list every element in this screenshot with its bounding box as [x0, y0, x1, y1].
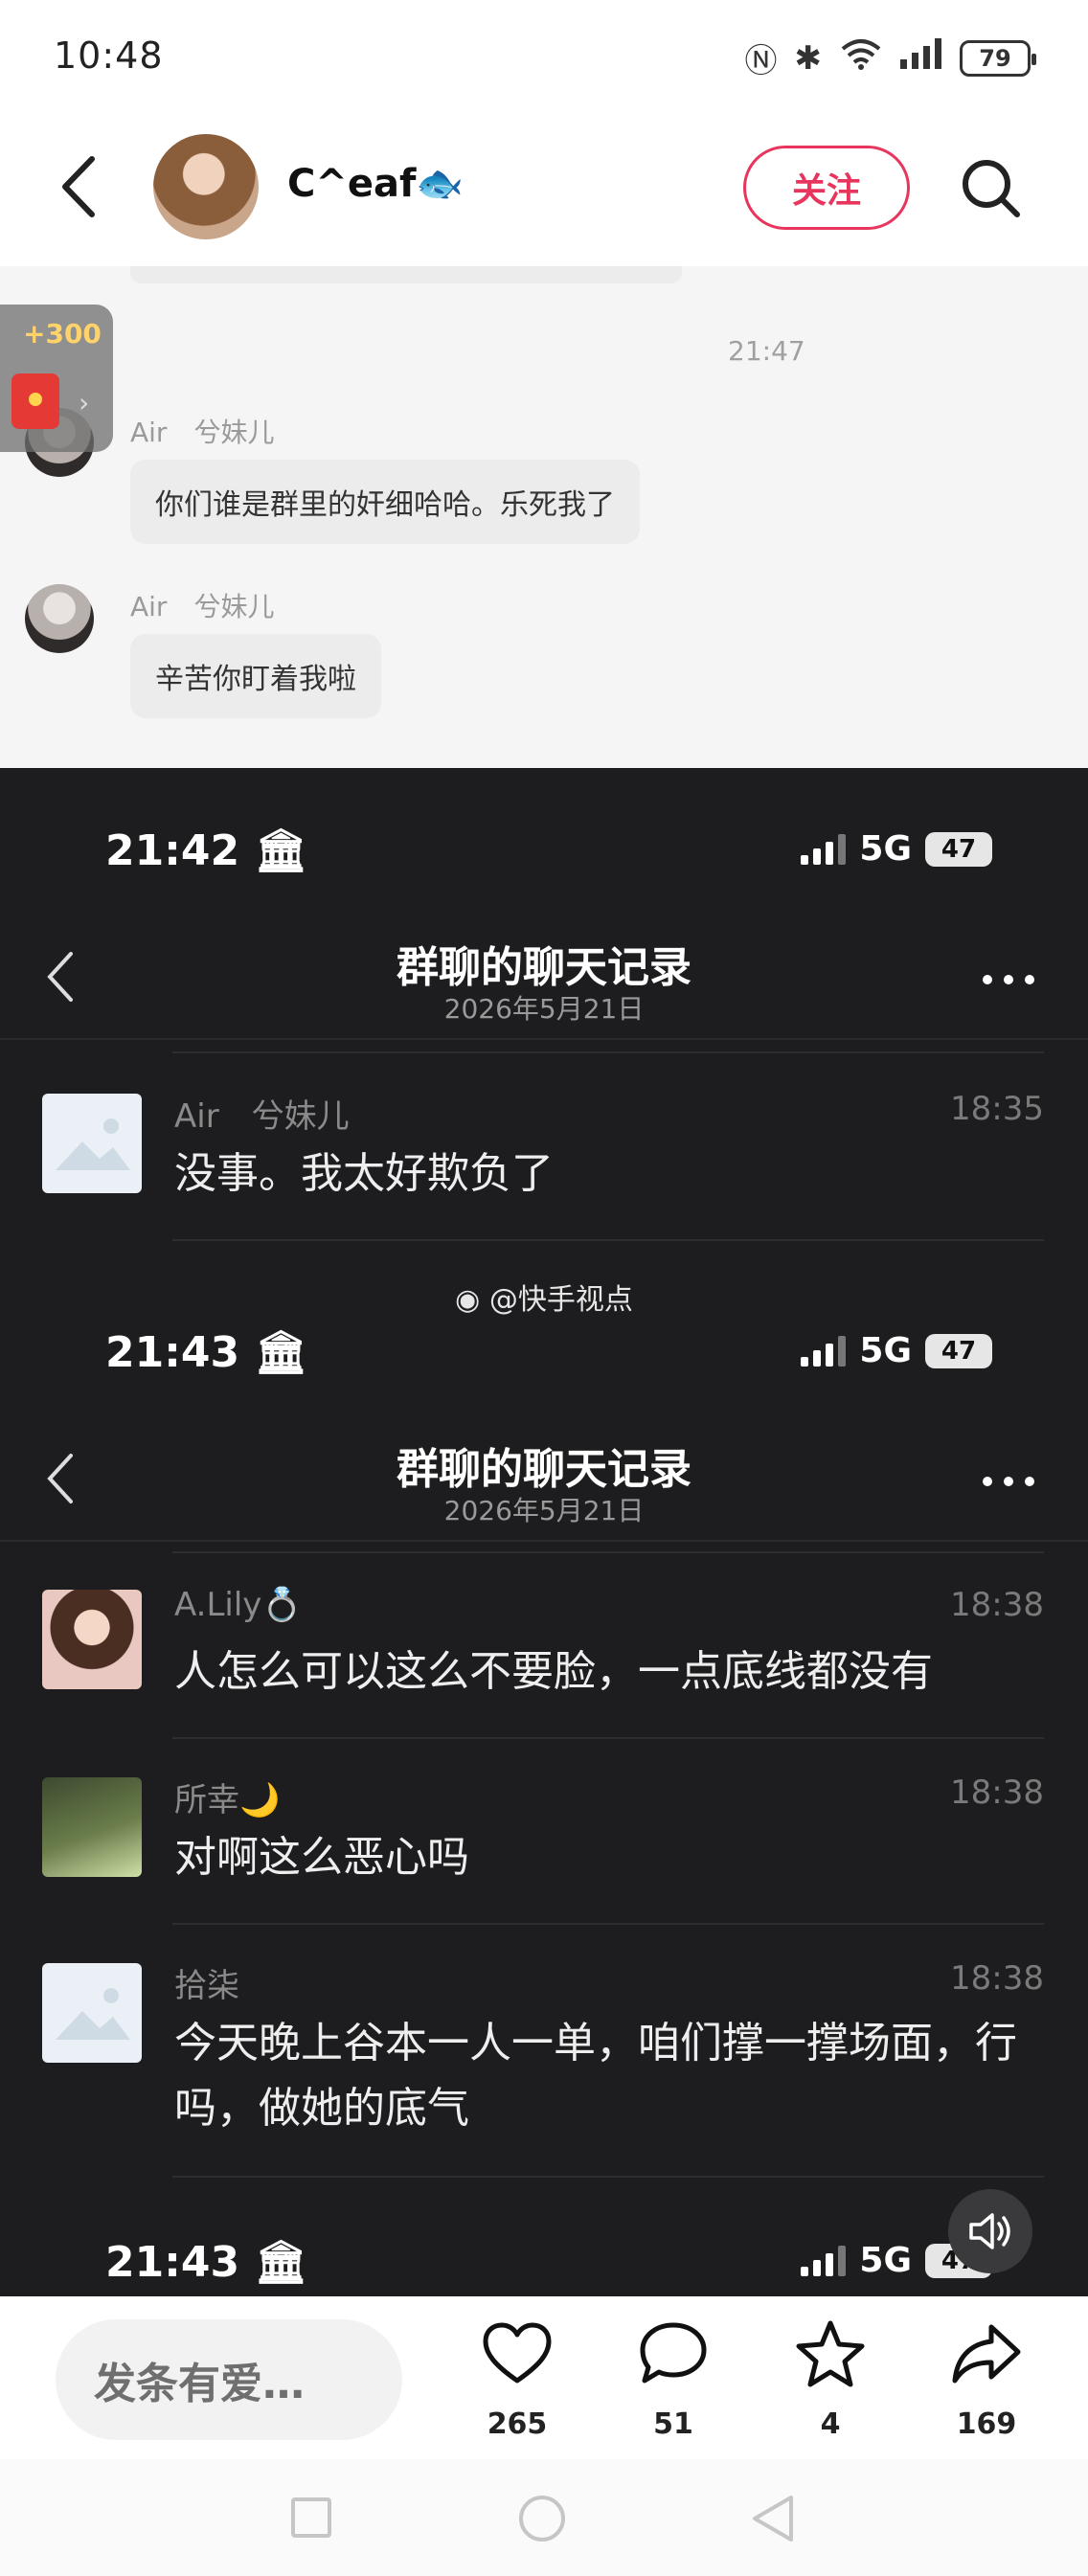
- battery-icon: 47: [925, 1333, 992, 1368]
- more-icon[interactable]: [983, 975, 1034, 984]
- chat-record-title: 群聊的聊天记录: [397, 943, 691, 992]
- chevron-right-icon: ›: [79, 387, 90, 418]
- divider: [172, 2176, 1044, 2178]
- screen-status-icons: 5G 47: [801, 1331, 992, 1370]
- bank-icon: 🏛: [254, 2238, 308, 2287]
- screen-time: 21:43 🏛: [105, 2238, 308, 2287]
- share-button[interactable]: 169: [929, 2317, 1044, 2441]
- screen-time: 21:42 🏛: [105, 826, 308, 875]
- system-nav-bar: [0, 2459, 1088, 2576]
- signal-icon: [900, 38, 942, 78]
- profile-header: C^eaf🐟 关注: [0, 115, 1088, 266]
- back-nav-button[interactable]: [751, 2494, 795, 2543]
- divider: [0, 1540, 1088, 1542]
- avatar: [42, 1590, 142, 1689]
- network-label: 5G: [859, 1331, 912, 1370]
- nfc-icon: Ⓝ: [744, 42, 778, 80]
- screen-status-icons: 5G 47: [801, 829, 992, 869]
- sound-icon[interactable]: [948, 2189, 1032, 2273]
- avatar: [42, 1777, 142, 1877]
- message-time: 18:38: [950, 1959, 1044, 1998]
- watermark-text: @快手视点: [488, 1283, 633, 1317]
- signal-icon: [801, 1335, 847, 1367]
- embedded-chat-light: 21:47 Air 兮妹儿 你们谁是群里的奸细哈哈。乐死我了 Air 兮妹儿 辛…: [0, 266, 1088, 768]
- message-text: 对啊这么恶心吗: [174, 1833, 469, 1882]
- message-time: 18:38: [950, 1774, 1044, 1812]
- message-bubble: 辛苦你盯着我啦: [130, 634, 381, 718]
- username[interactable]: C^eaf🐟: [287, 161, 464, 206]
- screenshot-stack: 21:42 🏛 5G 47 群聊的聊天记录 2026年5月21日 Air 兮妹儿…: [0, 768, 1088, 2296]
- recents-button[interactable]: [291, 2497, 331, 2538]
- like-count: 265: [487, 2407, 548, 2441]
- signal-icon: [801, 2245, 847, 2276]
- comment-input[interactable]: 发条有爱…: [56, 2319, 402, 2440]
- network-label: 5G: [859, 829, 912, 869]
- message-bubble: 你们谁是群里的奸细哈哈。乐死我了: [130, 460, 640, 544]
- divider: [0, 1038, 1088, 1040]
- comment-count: 51: [653, 2407, 693, 2441]
- watermark: ◉ @快手视点: [0, 1276, 1088, 1318]
- previous-bubble: [130, 266, 682, 283]
- sender-name: 所幸🌙: [174, 1781, 281, 1819]
- share-count: 169: [956, 2407, 1017, 2441]
- sender-name: Air 兮妹儿: [130, 417, 275, 448]
- red-packet-widget[interactable]: +300 ›: [0, 305, 113, 452]
- action-bar: 发条有爱… 265 51 4 169: [0, 2296, 1088, 2459]
- sender-name: Air 兮妹儿: [174, 1097, 350, 1136]
- search-icon[interactable]: [958, 155, 1025, 222]
- more-icon[interactable]: [983, 1477, 1034, 1486]
- chat-record-date: 2026年5月21日: [443, 1495, 645, 1526]
- divider: [172, 1239, 1044, 1241]
- chat-record-date: 2026年5月21日: [443, 993, 645, 1025]
- star-icon: [796, 2320, 865, 2387]
- message-text: 人怎么可以这么不要脸，一点底线都没有: [174, 1647, 933, 1696]
- chat-record-title: 群聊的聊天记录: [397, 1445, 691, 1494]
- divider: [172, 1737, 1044, 1739]
- avatar: [25, 584, 94, 653]
- bank-icon: 🏛: [254, 1328, 308, 1377]
- network-label: 5G: [859, 2241, 912, 2280]
- divider: [172, 1051, 1044, 1053]
- bank-icon: 🏛: [254, 826, 308, 875]
- message-time: 18:38: [950, 1586, 1044, 1624]
- avatar[interactable]: [153, 134, 259, 239]
- avatar: [42, 1094, 142, 1193]
- share-icon: [952, 2324, 1021, 2384]
- battery-icon: 47: [925, 831, 992, 867]
- signal-icon: [801, 833, 847, 865]
- home-button[interactable]: [519, 2496, 565, 2542]
- chat-timestamp: 21:47: [728, 335, 805, 367]
- follow-button[interactable]: 关注: [743, 146, 910, 230]
- battery-icon: 79: [960, 39, 1036, 77]
- comment-button[interactable]: 51: [616, 2317, 731, 2441]
- red-packet-icon: [11, 373, 59, 429]
- screen-time: 21:43 🏛: [105, 1328, 308, 1377]
- favorite-button[interactable]: 4: [773, 2317, 888, 2441]
- message-time: 18:35: [950, 1090, 1044, 1128]
- divider: [172, 1923, 1044, 1925]
- avatar: [42, 1963, 142, 2063]
- like-button[interactable]: 265: [460, 2317, 575, 2441]
- back-icon[interactable]: [56, 153, 103, 220]
- sender-name: Air 兮妹儿: [130, 591, 275, 622]
- heart-icon: [483, 2322, 552, 2384]
- red-packet-amount: +300: [23, 318, 102, 350]
- divider: [172, 1551, 1044, 1553]
- weibo-icon: ◉: [455, 1283, 489, 1317]
- sender-name: A.Lily💍: [174, 1586, 303, 1624]
- bluetooth-icon: ✱: [794, 38, 823, 78]
- comment-icon: [640, 2322, 707, 2384]
- message-text: 今天晚上谷本一人一单，咱们撑一撑场面，行吗，做她的底气: [174, 2019, 1017, 2133]
- status-icons: Ⓝ ✱ 79: [744, 34, 1036, 81]
- status-time: 10:48: [54, 34, 164, 77]
- favorite-count: 4: [820, 2407, 841, 2441]
- message-text: 没事。我太好欺负了: [174, 1149, 554, 1198]
- wifi-icon: [839, 37, 883, 79]
- sender-name: 拾柒: [174, 1967, 239, 2005]
- status-bar: 10:48 Ⓝ ✱ 79: [0, 0, 1088, 115]
